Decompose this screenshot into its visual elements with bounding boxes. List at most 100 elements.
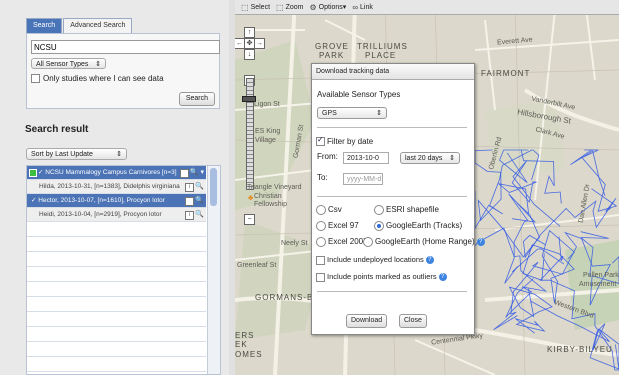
info-icon[interactable]: i: [185, 197, 195, 206]
close-button[interactable]: Close: [399, 314, 427, 328]
zoom-to-icon[interactable]: 🔍: [195, 211, 204, 218]
row-actions: i 🔍 ▾: [179, 168, 204, 178]
gps-track: [474, 227, 548, 318]
only-visible-studies-option[interactable]: Only studies where I can see data: [31, 74, 164, 83]
format-excel97-label: Excel 97: [328, 221, 359, 231]
search-result-title: Search result: [25, 124, 89, 135]
scrollbar-thumb[interactable]: [210, 168, 217, 206]
tab-search[interactable]: Search: [26, 18, 63, 33]
map-label: Neely St: [281, 240, 308, 247]
info-icon[interactable]: i: [179, 169, 189, 178]
map-label: PLACE: [365, 51, 397, 60]
link-icon: ∞: [352, 2, 359, 12]
individual-row[interactable]: Heidi, 2013-10-04, [n=2919], Procyon lot…: [27, 208, 206, 222]
format-excel2007-label: Excel 2007: [328, 237, 368, 247]
individual-row[interactable]: Hilda, 2013-10-31, [n=1383], Didelphis v…: [27, 180, 206, 194]
zoom-tool-label: Zoom: [285, 3, 304, 11]
format-excel97-option[interactable]: Excel 97: [316, 221, 359, 231]
date-range-value: last 20 days: [405, 155, 443, 162]
radio-excel97[interactable]: [316, 221, 326, 231]
include-undeployed-checkbox[interactable]: [316, 255, 325, 265]
include-outliers-checkbox[interactable]: [316, 272, 325, 282]
radio-ge-tracks[interactable]: [374, 221, 384, 231]
zoom-tool[interactable]: ⬚ Zoom: [276, 3, 303, 12]
format-excel2007-option[interactable]: Excel 2007: [316, 237, 368, 247]
filter-by-date-option[interactable]: Filter by date: [316, 135, 374, 147]
include-undeployed-option[interactable]: Include undeployed locations?: [316, 255, 434, 265]
map-label: GROVE: [315, 42, 349, 51]
zoom-to-icon[interactable]: 🔍: [190, 169, 199, 176]
radio-ge-home[interactable]: [363, 237, 373, 247]
format-ge-tracks-option[interactable]: GoogleEarth (Tracks): [374, 221, 462, 231]
map-label: Amusement: [579, 281, 617, 288]
radio-esri[interactable]: [374, 205, 384, 215]
radio-csv[interactable]: [316, 205, 326, 215]
gps-track: [508, 286, 553, 334]
filter-by-date-checkbox[interactable]: [316, 135, 325, 147]
zoom-icon: ⬚: [276, 2, 284, 12]
search-input[interactable]: [31, 40, 220, 54]
to-label: To:: [317, 173, 328, 182]
from-date-input[interactable]: 2013-10-0: [343, 152, 389, 164]
pan-right-button[interactable]: →: [254, 38, 265, 49]
select-icon: ⬚: [241, 2, 249, 12]
include-outliers-label: Include points marked as outliers: [327, 272, 437, 281]
zoom-to-icon[interactable]: 🔍: [195, 197, 204, 204]
download-button[interactable]: Download: [346, 314, 388, 328]
select-arrows-icon: ⇕: [449, 155, 455, 162]
row-actions: i 🔍: [185, 210, 204, 220]
row-actions: i 🔍: [185, 196, 204, 206]
map-label: Greenleaf St: [237, 262, 277, 269]
tab-advanced-search[interactable]: Advanced Search: [63, 18, 133, 33]
info-icon[interactable]: i: [185, 183, 195, 192]
map-label: ES King: [255, 128, 281, 135]
zoom-slider[interactable]: [246, 78, 254, 190]
map-label: FAIRMONT: [481, 69, 531, 78]
pan-up-button[interactable]: ↑: [244, 27, 255, 38]
zoom-out-button[interactable]: −: [244, 214, 255, 225]
include-outliers-option[interactable]: Include points marked as outliers?: [316, 272, 447, 282]
sensor-type-select[interactable]: GPS ⇕: [317, 107, 387, 119]
options-menu[interactable]: ⚙ Options ▾: [310, 3, 347, 12]
map-label: Christian: [254, 193, 282, 200]
search-button[interactable]: Search: [178, 92, 215, 106]
map-label: Village: [255, 137, 276, 144]
sensor-type-select[interactable]: All Sensor Types ⇕: [31, 58, 106, 69]
date-range-select[interactable]: last 20 days ⇕: [400, 152, 460, 164]
select-arrows-icon: ⇕: [116, 151, 122, 158]
info-icon[interactable]: i: [185, 211, 195, 220]
format-csv-option[interactable]: Csv: [316, 205, 342, 215]
radio-excel2007[interactable]: [316, 237, 326, 247]
sort-select[interactable]: Sort by Last Update ⇕: [26, 148, 127, 160]
format-esri-option[interactable]: ESRI shapefile: [374, 205, 439, 215]
search-form: All Sensor Types ⇕ Only studies where I …: [26, 33, 220, 109]
only-visible-studies-label: Only studies where I can see data: [43, 74, 164, 83]
filter-by-date-label: Filter by date: [327, 137, 374, 146]
link-tool[interactable]: ∞ Link: [352, 3, 373, 12]
individual-name: Hector, 2013-10-07, [n=1610], Procyon lo…: [38, 197, 165, 204]
individual-row[interactable]: ✓ Hector, 2013-10-07, [n=1610], Procyon …: [27, 194, 206, 208]
map-label: Triangle Vineyard: [247, 184, 302, 191]
pan-down-button[interactable]: ↓: [244, 49, 255, 60]
divider: [317, 127, 467, 128]
format-ge-home-option[interactable]: GoogleEarth (Home Range)?: [363, 237, 485, 247]
to-date-input[interactable]: yyyy-MM-d: [343, 173, 383, 185]
select-tool-label: Select: [250, 3, 271, 11]
sensor-type-value: GPS: [322, 110, 337, 117]
help-icon[interactable]: ?: [425, 256, 434, 265]
result-list-scrollbar[interactable]: [207, 166, 220, 374]
select-tool[interactable]: ⬚ Select: [241, 3, 270, 12]
study-row[interactable]: ✓ NCSU Mammalogy Campus Carnivores [n=3]…: [27, 166, 206, 180]
study-row-label: ✓ NCSU Mammalogy Campus Carnivores [n=3]: [38, 166, 177, 179]
help-icon[interactable]: ?: [438, 273, 447, 282]
sensor-types-label: Available Sensor Types: [317, 90, 401, 99]
study-name: NCSU Mammalogy Campus Carnivores [n=3]: [45, 169, 177, 176]
format-ge-home-label: GoogleEarth (Home Range): [375, 237, 475, 247]
only-visible-studies-checkbox[interactable]: [31, 74, 40, 83]
study-color-swatch: [29, 169, 37, 177]
menu-arrow-icon[interactable]: ▾: [199, 169, 204, 176]
sort-select-value: Sort by Last Update: [31, 151, 93, 158]
map-label: ERS: [235, 331, 255, 340]
help-icon[interactable]: ?: [476, 238, 485, 246]
zoom-to-icon[interactable]: 🔍: [195, 183, 204, 190]
